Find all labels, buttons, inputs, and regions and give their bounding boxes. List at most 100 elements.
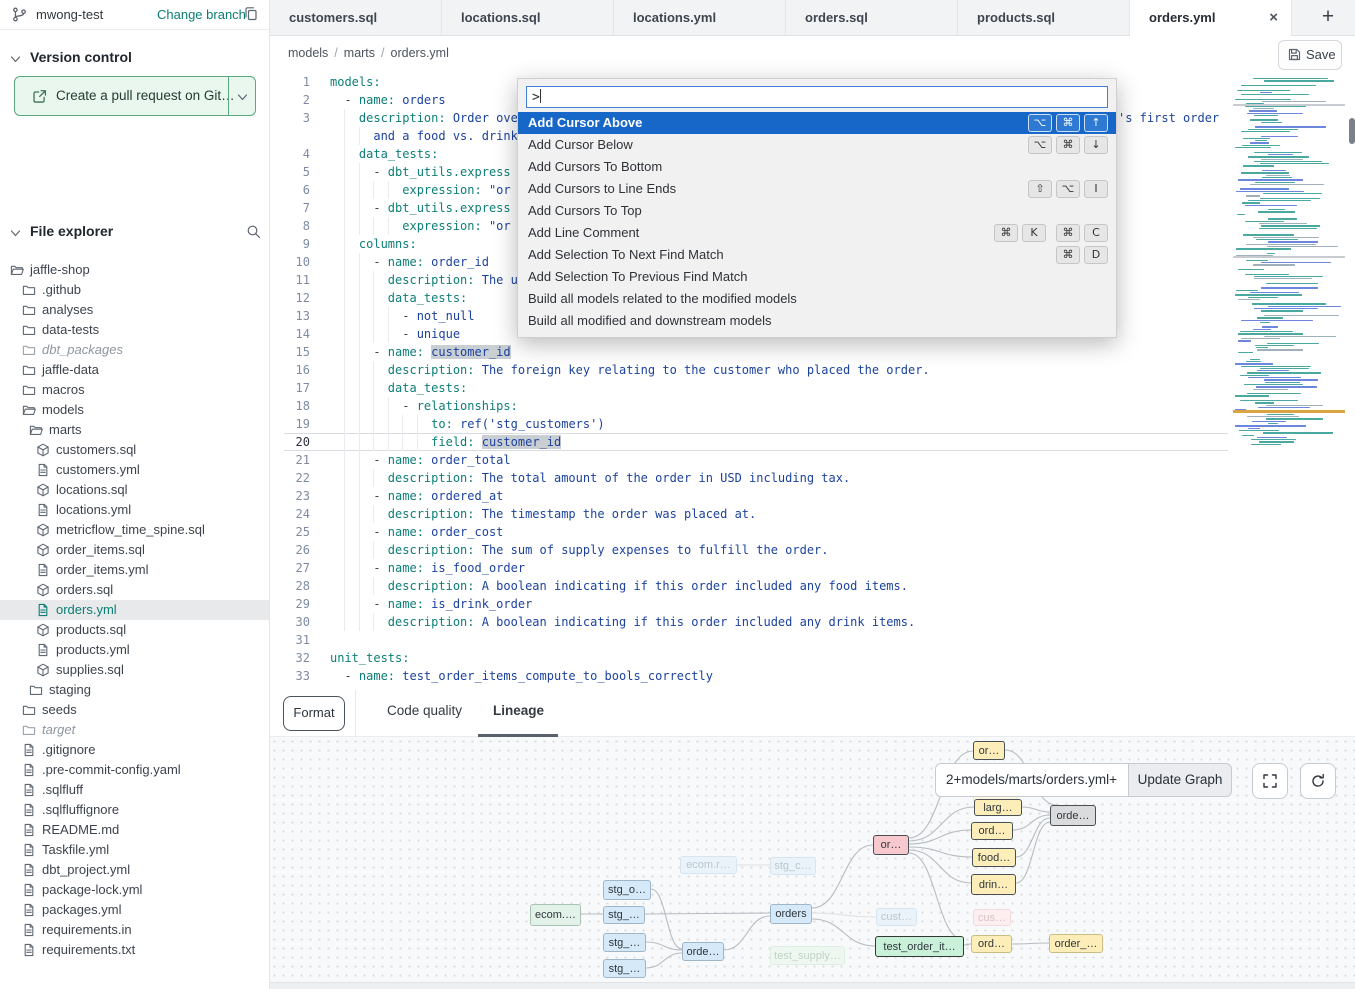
lineage-node-ecom.r…[interactable]: ecom.r…	[680, 856, 737, 874]
palette-item-build-all-models-related-to-the-modified-models[interactable]: Build all models related to the modified…	[518, 288, 1116, 310]
code-line-33[interactable]: 33 - name: test_order_items_compute_to_b…	[270, 667, 1355, 685]
lineage-node-ecom.…[interactable]: ecom.…	[530, 904, 581, 926]
update-graph-button[interactable]: Update Graph	[1128, 763, 1232, 797]
code-line-24[interactable]: 24 description: The timestamp the order …	[270, 505, 1355, 523]
tree-item-requirements.txt[interactable]: requirements.txt	[0, 940, 269, 960]
lineage-node-test_supply…[interactable]: test_supply…	[770, 946, 845, 965]
lineage-node-stg_c…[interactable]: stg_c…	[770, 857, 816, 875]
tree-item-locations.yml[interactable]: locations.yml	[0, 500, 269, 520]
lineage-node-test_order_it…[interactable]: test_order_it…	[875, 936, 964, 957]
lineage-node-ord…[interactable]: ord…	[971, 935, 1012, 953]
change-branch-link[interactable]: Change branch	[157, 7, 246, 22]
tree-item-package-lock.yml[interactable]: package-lock.yml	[0, 880, 269, 900]
tree-item-supplies.sql[interactable]: supplies.sql	[0, 660, 269, 680]
lineage-node-drin…[interactable]: drin…	[971, 874, 1016, 895]
lineage-node-food…[interactable]: food…	[972, 848, 1016, 867]
code-line-32[interactable]: 32unit_tests:	[270, 649, 1355, 667]
code-line-27[interactable]: 27 - name: is_food_order	[270, 559, 1355, 577]
tree-item-macros[interactable]: macros	[0, 380, 269, 400]
lineage-node-order_…[interactable]: order_…	[1049, 934, 1103, 953]
palette-item-add-selection-to-next-find-match[interactable]: Add Selection To Next Find Match⌘D	[518, 244, 1116, 266]
tree-item-staging[interactable]: staging	[0, 680, 269, 700]
palette-item-add-selection-to-previous-find-match[interactable]: Add Selection To Previous Find Match	[518, 266, 1116, 288]
tree-item-jaffle-data[interactable]: jaffle-data	[0, 360, 269, 380]
tree-item-dbt_packages[interactable]: dbt_packages	[0, 340, 269, 360]
refresh-button[interactable]	[1300, 763, 1336, 799]
code-line-30[interactable]: 30 description: A boolean indicating if …	[270, 613, 1355, 631]
lineage-node-ord…[interactable]: ord…	[971, 822, 1013, 840]
tree-item-customers.yml[interactable]: customers.yml	[0, 460, 269, 480]
code-line-15[interactable]: 15 - name: customer_id	[270, 343, 1355, 361]
tab-locations.yml[interactable]: locations.yml	[614, 0, 786, 35]
tree-item-products.sql[interactable]: products.sql	[0, 620, 269, 640]
palette-item-add-cursor-below[interactable]: Add Cursor Below⌥⌘↓	[518, 134, 1116, 156]
tab-orders.sql[interactable]: orders.sql	[786, 0, 958, 35]
search-icon[interactable]	[246, 224, 262, 240]
tree-item-.pre-commit-config.yaml[interactable]: .pre-commit-config.yaml	[0, 760, 269, 780]
lineage-node-stg_…[interactable]: stg_…	[603, 906, 645, 924]
palette-item-add-cursors-to-top[interactable]: Add Cursors To Top	[518, 200, 1116, 222]
minimap[interactable]	[1233, 76, 1345, 450]
editor-scrollbar-thumb[interactable]	[1349, 118, 1355, 144]
lineage-node-cus…[interactable]: cus…	[973, 909, 1011, 926]
tree-item-target[interactable]: target	[0, 720, 269, 740]
tree-item-order_items.sql[interactable]: order_items.sql	[0, 540, 269, 560]
code-line-29[interactable]: 29 - name: is_drink_order	[270, 595, 1355, 613]
tree-item-marts[interactable]: marts	[0, 420, 269, 440]
lineage-node-larg…[interactable]: larg…	[974, 799, 1022, 816]
code-line-17[interactable]: 17 data_tests:	[270, 379, 1355, 397]
lineage-node-orders[interactable]: orders	[770, 904, 812, 924]
add-tab-button[interactable]: +	[1310, 0, 1346, 35]
create-pr-button[interactable]: Create a pull request on Git…	[14, 76, 256, 116]
code-line-23[interactable]: 23 - name: ordered_at	[270, 487, 1355, 505]
tree-item-.github[interactable]: .github	[0, 280, 269, 300]
lineage-node-orde…[interactable]: orde…	[1050, 805, 1096, 826]
code-line-28[interactable]: 28 description: A boolean indicating if …	[270, 577, 1355, 595]
tree-item-.sqlfluffignore[interactable]: .sqlfluffignore	[0, 800, 269, 820]
tab-products.sql[interactable]: products.sql	[958, 0, 1130, 35]
code-line-25[interactable]: 25 - name: order_cost	[270, 523, 1355, 541]
tree-item-.gitignore[interactable]: .gitignore	[0, 740, 269, 760]
tree-item-Taskfile.yml[interactable]: Taskfile.yml	[0, 840, 269, 860]
format-button[interactable]: Format	[283, 696, 345, 731]
code-line-19[interactable]: 19 to: ref('stg_customers')	[270, 415, 1355, 433]
code-line-22[interactable]: 22 description: The total amount of the …	[270, 469, 1355, 487]
lineage-node-or…[interactable]: or…	[973, 741, 1005, 760]
tab-lineage[interactable]: Lineage	[493, 703, 544, 718]
lineage-canvas[interactable]: or…larg…ord…orde…or…food…drin…ecom.…stg_…	[270, 737, 1355, 982]
lineage-node-stg_…[interactable]: stg_…	[603, 959, 646, 978]
fullscreen-button[interactable]	[1252, 763, 1288, 799]
tab-customers.sql[interactable]: customers.sql	[270, 0, 442, 35]
tree-item-README.md[interactable]: README.md	[0, 820, 269, 840]
copy-icon[interactable]	[243, 6, 259, 22]
palette-item-add-cursors-to-line-ends[interactable]: Add Cursors to Line Ends⇧⌥I	[518, 178, 1116, 200]
tree-item-requirements.in[interactable]: requirements.in	[0, 920, 269, 940]
tree-item-orders.yml[interactable]: orders.yml	[0, 600, 269, 620]
palette-item-add-cursors-to-bottom[interactable]: Add Cursors To Bottom	[518, 156, 1116, 178]
lineage-node-stg_o…[interactable]: stg_o…	[603, 880, 651, 900]
command-palette-input[interactable]: >	[526, 86, 1108, 108]
lineage-node-cust…[interactable]: cust…	[876, 908, 917, 926]
tree-item-metricflow_time_spine.sql[interactable]: metricflow_time_spine.sql	[0, 520, 269, 540]
palette-item-add-line-comment[interactable]: Add Line Comment⌘K⌘C	[518, 222, 1116, 244]
pr-dropdown-chevron-icon[interactable]	[237, 92, 248, 103]
tree-item-analyses[interactable]: analyses	[0, 300, 269, 320]
tree-item-order_items.yml[interactable]: order_items.yml	[0, 560, 269, 580]
code-line-20[interactable]: 20 field: customer_id	[270, 433, 1355, 451]
save-button[interactable]: Save	[1278, 40, 1342, 70]
tree-item-jaffle-shop[interactable]: jaffle-shop	[0, 260, 269, 280]
code-line-26[interactable]: 26 description: The sum of supply expens…	[270, 541, 1355, 559]
tab-orders.yml[interactable]: orders.yml×	[1130, 0, 1292, 36]
close-icon[interactable]: ×	[1269, 0, 1278, 35]
tree-item-models[interactable]: models	[0, 400, 269, 420]
code-line-21[interactable]: 21 - name: order_total	[270, 451, 1355, 469]
code-line-16[interactable]: 16 description: The foreign key relating…	[270, 361, 1355, 379]
code-line-31[interactable]: 31	[270, 631, 1355, 649]
tree-item-locations.sql[interactable]: locations.sql	[0, 480, 269, 500]
tree-item-.sqlfluff[interactable]: .sqlfluff	[0, 780, 269, 800]
lineage-filter-input[interactable]: 2+models/marts/orders.yml+	[935, 763, 1128, 797]
tree-item-customers.sql[interactable]: customers.sql	[0, 440, 269, 460]
tree-item-dbt_project.yml[interactable]: dbt_project.yml	[0, 860, 269, 880]
tree-item-orders.sql[interactable]: orders.sql	[0, 580, 269, 600]
code-line-18[interactable]: 18 - relationships:	[270, 397, 1355, 415]
